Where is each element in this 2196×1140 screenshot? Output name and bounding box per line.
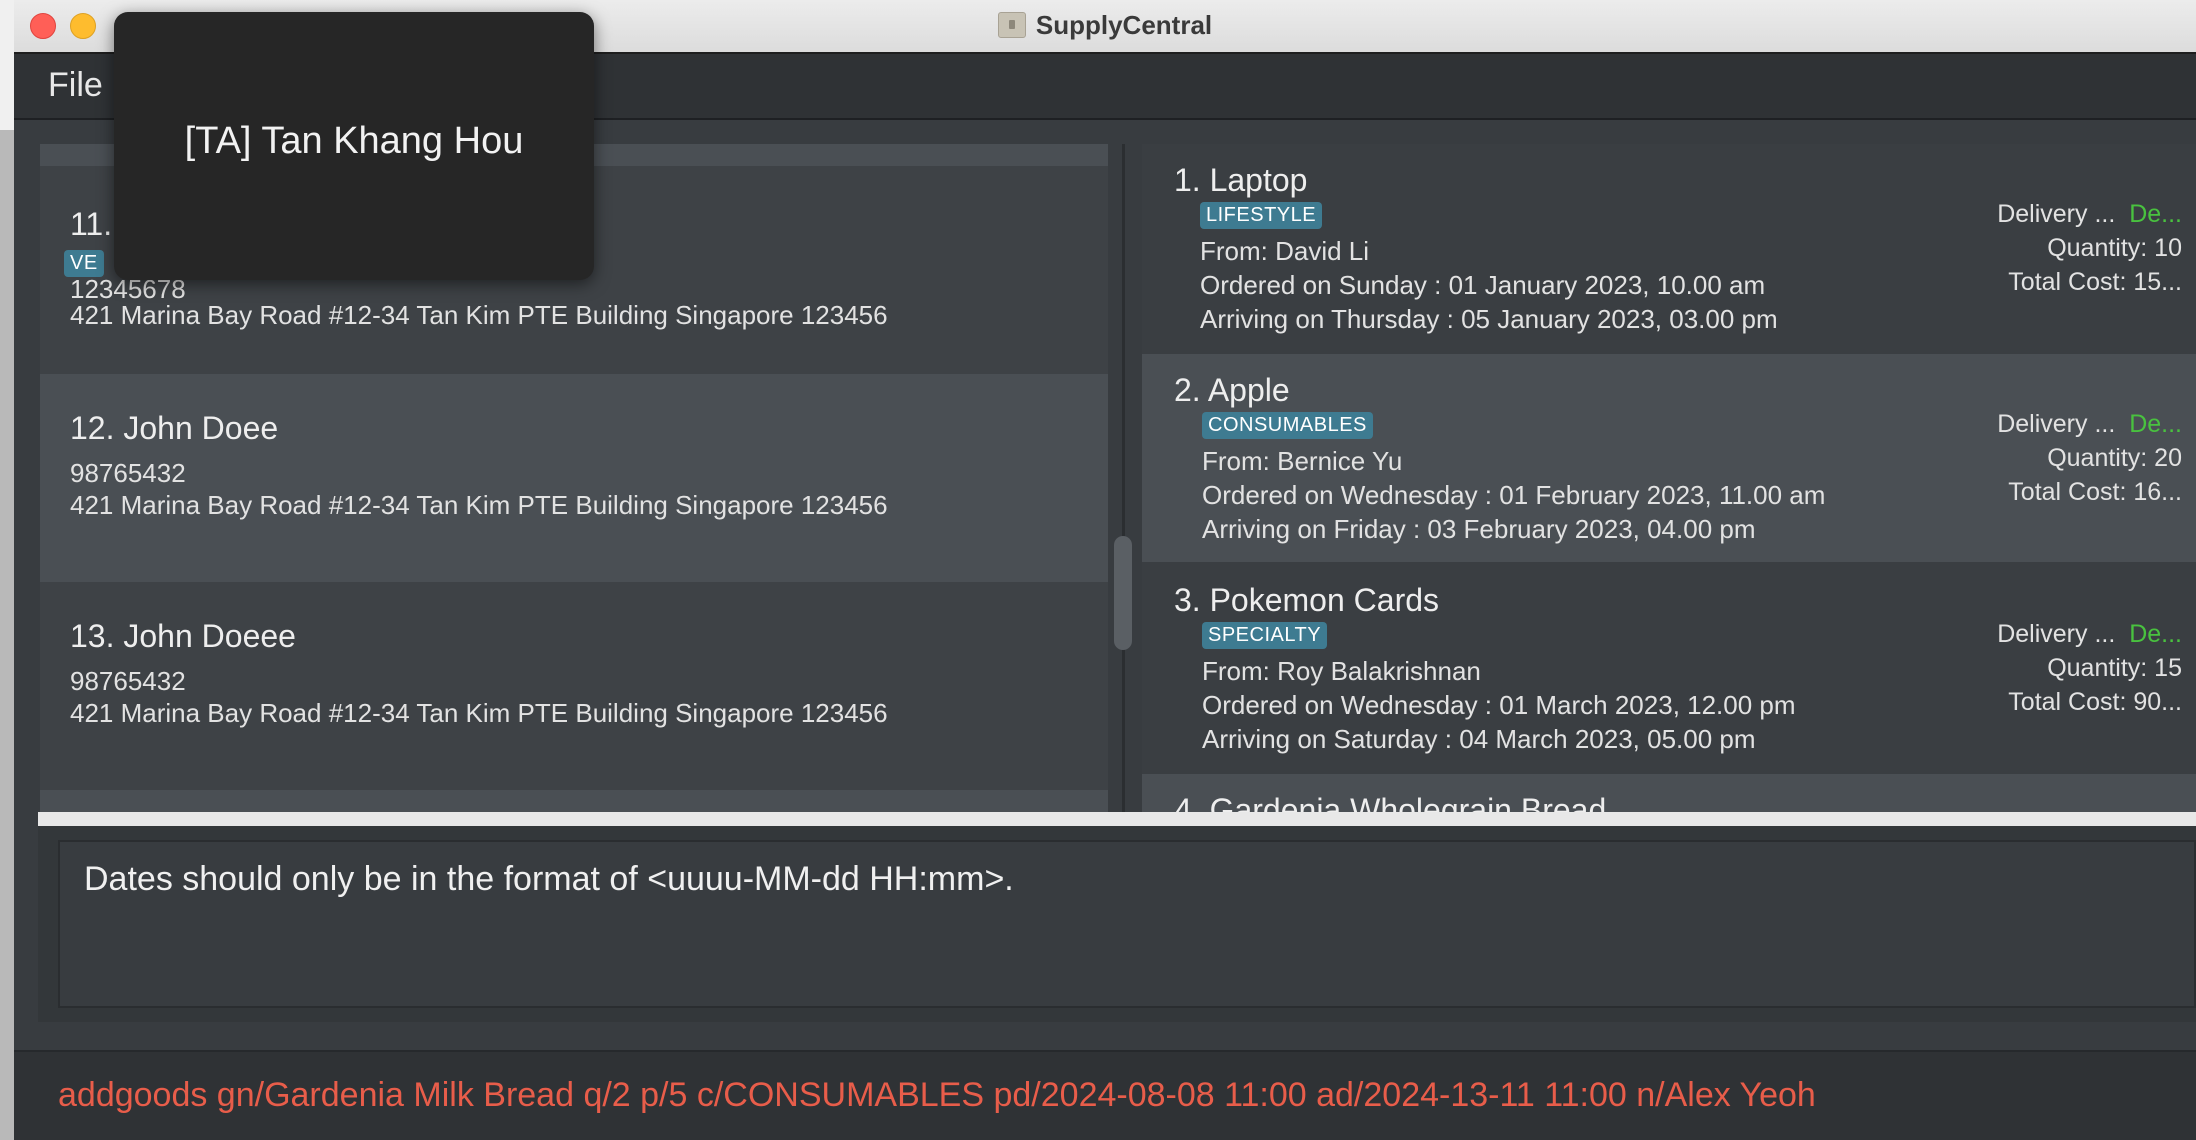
order-name: 1. Laptop (1174, 162, 1308, 198)
order-total-cost: Total Cost: 16... (2008, 478, 2182, 506)
panel-divider[interactable] (1122, 144, 1125, 812)
tooltip-popup: [TA] Tan Khang Hou (114, 12, 594, 280)
person-card-12[interactable]: 12. John Doee 98765432 421 Marina Bay Ro… (40, 374, 1108, 582)
delivery-status: De... (2129, 200, 2182, 228)
app-window: SupplyCentral File 11. VE 12345678 421 M… (14, 0, 2196, 1140)
order-quantity: Quantity: 20 (2047, 444, 2182, 472)
order-tag: LIFESTYLE (1200, 202, 1323, 229)
order-card-1[interactable]: 1. Laptop LIFESTYLE From: David Li Order… (1142, 144, 2196, 352)
order-card-3[interactable]: 3. Pokemon Cards SPECIALTY From: Roy Bal… (1142, 564, 2196, 772)
command-box[interactable]: addgoods gn/Gardenia Milk Bread q/2 p/5 … (14, 1050, 2196, 1140)
menu-file[interactable]: File (48, 66, 103, 105)
command-input[interactable]: addgoods gn/Gardenia Milk Bread q/2 p/5 … (58, 1076, 1816, 1115)
order-tag-label: LIFESTYLE (1200, 202, 1323, 229)
order-quantity: Quantity: 15 (2047, 654, 2182, 682)
person-phone: 98765432 (70, 458, 186, 488)
order-tag: CONSUMABLES (1202, 412, 1373, 439)
person-phone: 98765432 (70, 666, 186, 696)
order-tag: SPECIALTY (1202, 622, 1328, 649)
person-address: 421 Marina Bay Road #12-34 Tan Kim PTE B… (70, 490, 888, 520)
order-arriving-date: Arriving on Thursday : 05 January 2023, … (1200, 304, 1778, 334)
order-total-cost: Total Cost: 90... (2008, 688, 2182, 716)
delivery-status: De... (2129, 410, 2182, 438)
order-card-4-partial[interactable]: 4. Gardenia Wholegrain Bread (1142, 774, 2196, 812)
person-list-scrollbar[interactable] (1114, 536, 1132, 650)
person-card-14-partial[interactable] (40, 790, 1108, 812)
app-icon (997, 12, 1026, 38)
order-ordered-date: Ordered on Wednesday : 01 March 2023, 12… (1202, 690, 1796, 720)
person-name: 12. John Doee (70, 410, 279, 446)
delivery-label: Delivery ... (1997, 200, 2116, 228)
person-name: 13. John Doeee (70, 618, 296, 654)
delivery-status: De... (2129, 620, 2182, 648)
order-delivery: Delivery ... De... (1997, 200, 2182, 229)
result-message: Dates should only be in the format of <u… (84, 860, 1014, 898)
order-name: 4. Gardenia Wholegrain Bread (1174, 792, 1607, 812)
delivery-label: Delivery ... (1997, 620, 2116, 648)
order-name: 3. Pokemon Cards (1174, 582, 1440, 618)
order-list-panel[interactable]: 1. Laptop LIFESTYLE From: David Li Order… (1142, 144, 2196, 812)
person-tag-label: VE (64, 250, 104, 277)
order-quantity: Quantity: 10 (2047, 234, 2182, 262)
person-address: 421 Marina Bay Road #12-34 Tan Kim PTE B… (70, 698, 888, 728)
split-pane-divider[interactable] (38, 812, 2196, 826)
order-supplier: From: David Li (1200, 236, 1370, 266)
order-total-cost: Total Cost: 15... (2008, 268, 2182, 296)
order-ordered-date: Ordered on Sunday : 01 January 2023, 10.… (1200, 270, 1766, 300)
person-address: 421 Marina Bay Road #12-34 Tan Kim PTE B… (70, 300, 888, 330)
order-tag-label: CONSUMABLES (1202, 412, 1373, 439)
order-arriving-date: Arriving on Friday : 03 February 2023, 0… (1202, 514, 1756, 544)
tooltip-text: [TA] Tan Khang Hou (184, 120, 524, 162)
order-delivery: Delivery ... De... (1997, 410, 2182, 439)
delivery-label: Delivery ... (1997, 410, 2116, 438)
order-card-2[interactable]: 2. Apple CONSUMABLES From: Bernice Yu Or… (1142, 354, 2196, 562)
person-tag: VE (64, 250, 104, 277)
order-supplier: From: Roy Balakrishnan (1202, 656, 1481, 686)
order-ordered-date: Ordered on Wednesday : 01 February 2023,… (1202, 480, 1826, 510)
order-supplier: From: Bernice Yu (1202, 446, 1403, 476)
order-tag-label: SPECIALTY (1202, 622, 1328, 649)
window-title-text: SupplyCentral (1035, 10, 1213, 40)
background-desktop (0, 0, 14, 1140)
result-text-area[interactable]: Dates should only be in the format of <u… (58, 840, 2196, 1008)
background-window-edge (0, 130, 14, 1140)
result-display: Dates should only be in the format of <u… (38, 826, 2196, 1022)
person-card-13[interactable]: 13. John Doeee 98765432 421 Marina Bay R… (40, 582, 1108, 790)
order-name: 2. Apple (1174, 372, 1290, 408)
order-delivery: Delivery ... De... (1997, 620, 2182, 649)
order-arriving-date: Arriving on Saturday : 04 March 2023, 05… (1202, 724, 1756, 754)
person-name: 11. (70, 206, 113, 242)
